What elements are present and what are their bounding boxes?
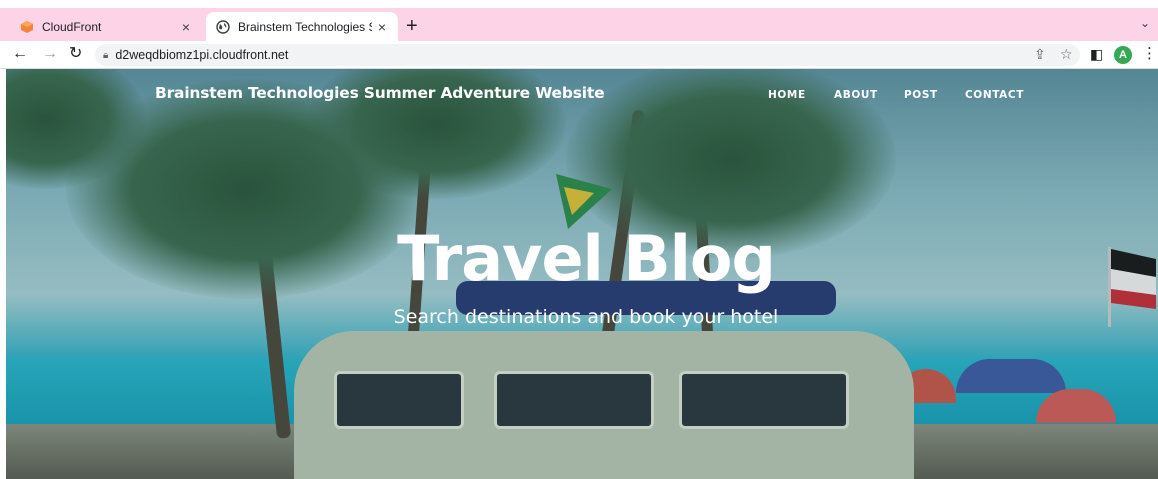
new-tab-button[interactable]: + <box>406 12 418 41</box>
nav-about[interactable]: ABOUT <box>834 89 878 101</box>
hero-title: Travel Blog <box>397 222 776 295</box>
bookmark-star-icon[interactable]: ☆ <box>1060 45 1073 63</box>
address-bar[interactable]: 🔒︎ d2weqdbiomz1pi.cloudfront.net <box>95 44 1080 66</box>
tab-brainstem[interactable]: Brainstem Technologies Summ × <box>206 12 398 41</box>
lock-icon: 🔒︎ <box>103 49 109 61</box>
tab-strip: CloudFront × Brainstem Technologies Summ… <box>0 8 1158 41</box>
reload-icon[interactable]: ↻ <box>69 44 82 64</box>
profile-avatar[interactable]: A <box>1114 46 1132 64</box>
side-panel-icon[interactable]: ◧ <box>1090 45 1103 63</box>
cloudfront-icon <box>21 20 33 33</box>
hero-subtitle: Search destinations and book your hotel <box>393 306 779 328</box>
url-text: d2weqdbiomz1pi.cloudfront.net <box>115 48 289 62</box>
forward-arrow-icon[interactable]: → <box>42 44 58 64</box>
tab-search-icon[interactable]: ⌄ <box>1140 16 1150 30</box>
more-menu-icon[interactable]: ⋮ <box>1142 44 1157 64</box>
back-arrow-icon[interactable]: ← <box>12 44 28 64</box>
tab-cloudfront[interactable]: CloudFront × <box>10 12 202 41</box>
nav-contact[interactable]: CONTACT <box>965 89 1024 101</box>
nav-post[interactable]: POST <box>904 89 938 101</box>
share-icon[interactable]: ⇪ <box>1034 45 1046 63</box>
close-tab-icon[interactable]: × <box>372 19 392 35</box>
nav-home[interactable]: HOME <box>768 89 806 101</box>
browser-toolbar: ← → ↻ 🔒︎ d2weqdbiomz1pi.cloudfront.net ⇪… <box>0 41 1158 69</box>
tab-title: CloudFront <box>42 19 102 34</box>
site-brand-link[interactable]: Brainstem Technologies Summer Adventure … <box>155 84 605 102</box>
close-tab-icon[interactable]: × <box>176 19 196 35</box>
hero-banner: Brainstem Technologies Summer Adventure … <box>6 69 1158 479</box>
globe-icon <box>216 19 230 34</box>
tab-title: Brainstem Technologies Summ <box>238 19 372 34</box>
